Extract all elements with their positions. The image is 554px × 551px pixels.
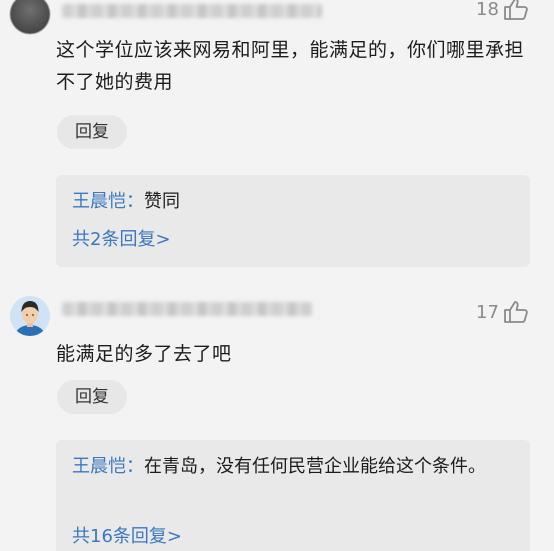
avatar[interactable] [10,296,50,336]
comment-item: 17 能满足的多了去了吧 回复 王晨恺：在青岛，没有任何民营企业能给这个条件。 … [0,0,554,551]
reply-preview-line: 王晨恺：在青岛，没有任何民营企业能给这个条件。 [72,452,512,482]
like-count: 17 [476,301,499,323]
reply-username[interactable]: 王晨恺： [72,456,144,477]
reply-button[interactable]: 回复 [57,380,127,414]
like-button[interactable]: 17 [476,300,529,324]
reply-text: 在青岛，没有任何民营企业能给这个条件。 [144,456,486,477]
comment-text: 能满足的多了去了吧 [56,343,232,365]
username-redacted [62,302,312,316]
thumbs-up-icon [503,300,529,324]
more-replies-link[interactable]: 共16条回复> [72,522,182,551]
comment-feed: 18 这个学位应该来网易和阿里，能满足的，你们哪里承担不了她的费用 回复 王晨恺… [0,0,554,551]
reply-preview[interactable]: 王晨恺：在青岛，没有任何民营企业能给这个条件。 共16条回复> [56,440,530,551]
